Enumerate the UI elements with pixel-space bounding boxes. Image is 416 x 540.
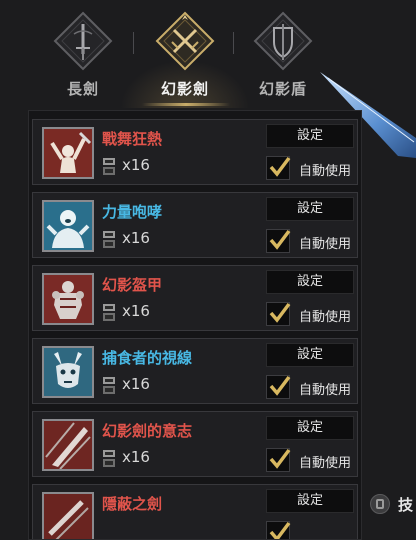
tab-phantom-sword[interactable]: 幻影劍 [146,10,224,106]
auto-use-checkbox[interactable] [266,521,291,539]
auto-use-label: 自動使用 [299,456,352,471]
item-badge-icon [103,377,115,394]
skill-row: 幻影盔甲 x16 設定 自動使用 [32,265,358,331]
setting-button[interactable]: 設定 [266,416,354,440]
tab-phantom-shield[interactable]: 幻影盾 [244,10,322,106]
roaring-man-icon[interactable] [42,200,94,252]
sword-slash-icon[interactable] [42,419,94,471]
skill-name: 隱蔽之劍 [102,495,163,513]
skill-name: 幻影盔甲 [102,276,163,294]
item-badge-icon [103,304,115,321]
setting-button[interactable]: 設定 [266,197,354,221]
checkmark-icon [269,448,291,469]
auto-use-label: 自動使用 [299,237,352,252]
auto-use-checkbox[interactable] [266,448,291,472]
setting-button[interactable]: 設定 [266,343,354,367]
skill-name: 戰舞狂熱 [102,130,163,148]
active-tab-underline [142,103,230,106]
skill-row: 幻影劍的意志 x16 設定 自動使用 [32,411,358,477]
auto-use-checkbox[interactable] [266,302,291,326]
tab-long-sword[interactable]: 長劍 [44,10,122,106]
skill-hint-label: 技 [398,496,414,514]
item-count: x16 [122,229,150,247]
tab-label: 長劍 [66,80,99,98]
hidden-sword-icon[interactable] [42,492,94,539]
item-count: x16 [122,156,150,174]
auto-use-checkbox[interactable] [266,375,291,399]
skill-row: 隱蔽之劍 設定 [32,484,358,539]
skill-row: 力量咆哮 x16 設定 自動使用 [32,192,358,258]
skill-name: 力量咆哮 [102,203,163,221]
skill-row: 戰舞狂熱 x16 設定 自動使用 [32,119,358,185]
tab-divider [133,32,134,54]
tab-label: 幻影劍 [160,80,209,98]
checkmark-icon [269,302,291,323]
skill-row: 捕食者的視線 x16 設定 自動使用 [32,338,358,404]
skill-name: 幻影劍的意志 [102,422,193,440]
checkmark-icon [269,156,291,177]
skill-list[interactable]: 戰舞狂熱 x16 設定 自動使用 力量咆哮 x16 設定 自動使用 幻影盔甲 x… [28,110,362,540]
armor-icon[interactable] [42,273,94,325]
predator-icon[interactable] [42,346,94,398]
setting-button[interactable]: 設定 [266,124,354,148]
phantom-shield-icon [253,11,313,71]
tab-label: 幻影盾 [258,80,307,98]
item-count: x16 [122,448,150,466]
auto-use-label: 自動使用 [299,383,352,398]
checkmark-icon [269,521,291,539]
long-sword-icon [53,11,113,71]
item-count: x16 [122,302,150,320]
tab-divider [233,32,234,54]
item-badge-icon [103,158,115,175]
item-count: x16 [122,375,150,393]
skill-name: 捕食者的視線 [102,349,193,367]
auto-use-checkbox[interactable] [266,156,291,180]
phantom-sword-icon [155,11,215,71]
checkmark-icon [269,375,291,396]
auto-use-checkbox[interactable] [266,229,291,253]
skill-hint-button[interactable]: 技 [368,490,416,518]
book-icon [370,494,390,514]
checkmark-icon [269,229,291,250]
setting-button[interactable]: 設定 [266,270,354,294]
auto-use-label: 自動使用 [299,310,352,325]
berserker-icon[interactable] [42,127,94,179]
item-badge-icon [103,231,115,248]
setting-button[interactable]: 設定 [266,489,354,513]
item-badge-icon [103,450,115,467]
auto-use-label: 自動使用 [299,164,352,179]
